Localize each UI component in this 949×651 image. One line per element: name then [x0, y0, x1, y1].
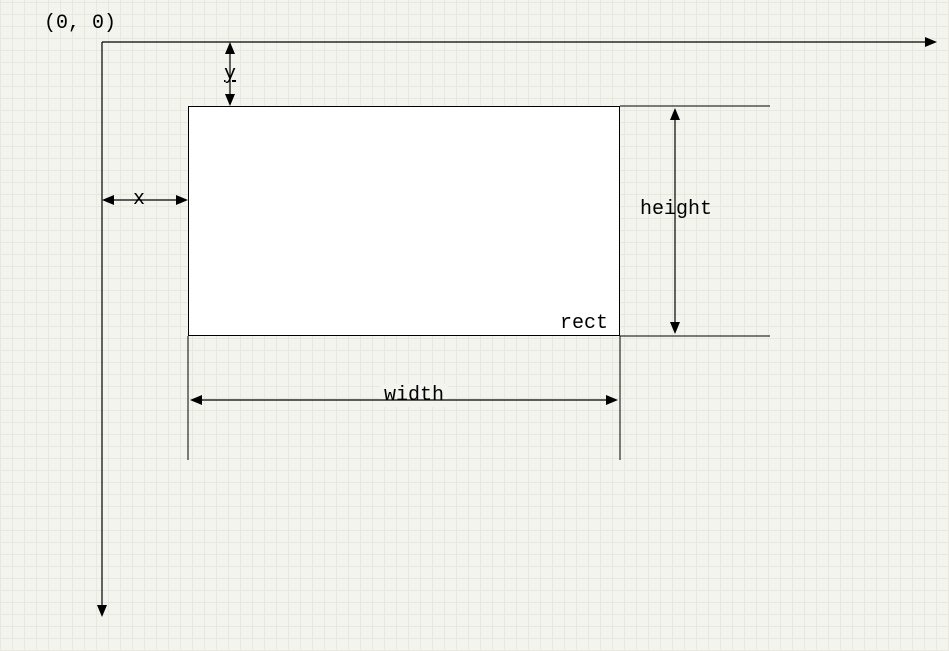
height-label: height — [640, 198, 712, 221]
rectangle — [188, 106, 620, 336]
y-label: y — [224, 63, 236, 86]
rect-label: rect — [560, 312, 608, 335]
width-label: width — [380, 384, 448, 407]
origin-label: (0, 0) — [44, 12, 116, 35]
x-label: x — [133, 188, 145, 211]
